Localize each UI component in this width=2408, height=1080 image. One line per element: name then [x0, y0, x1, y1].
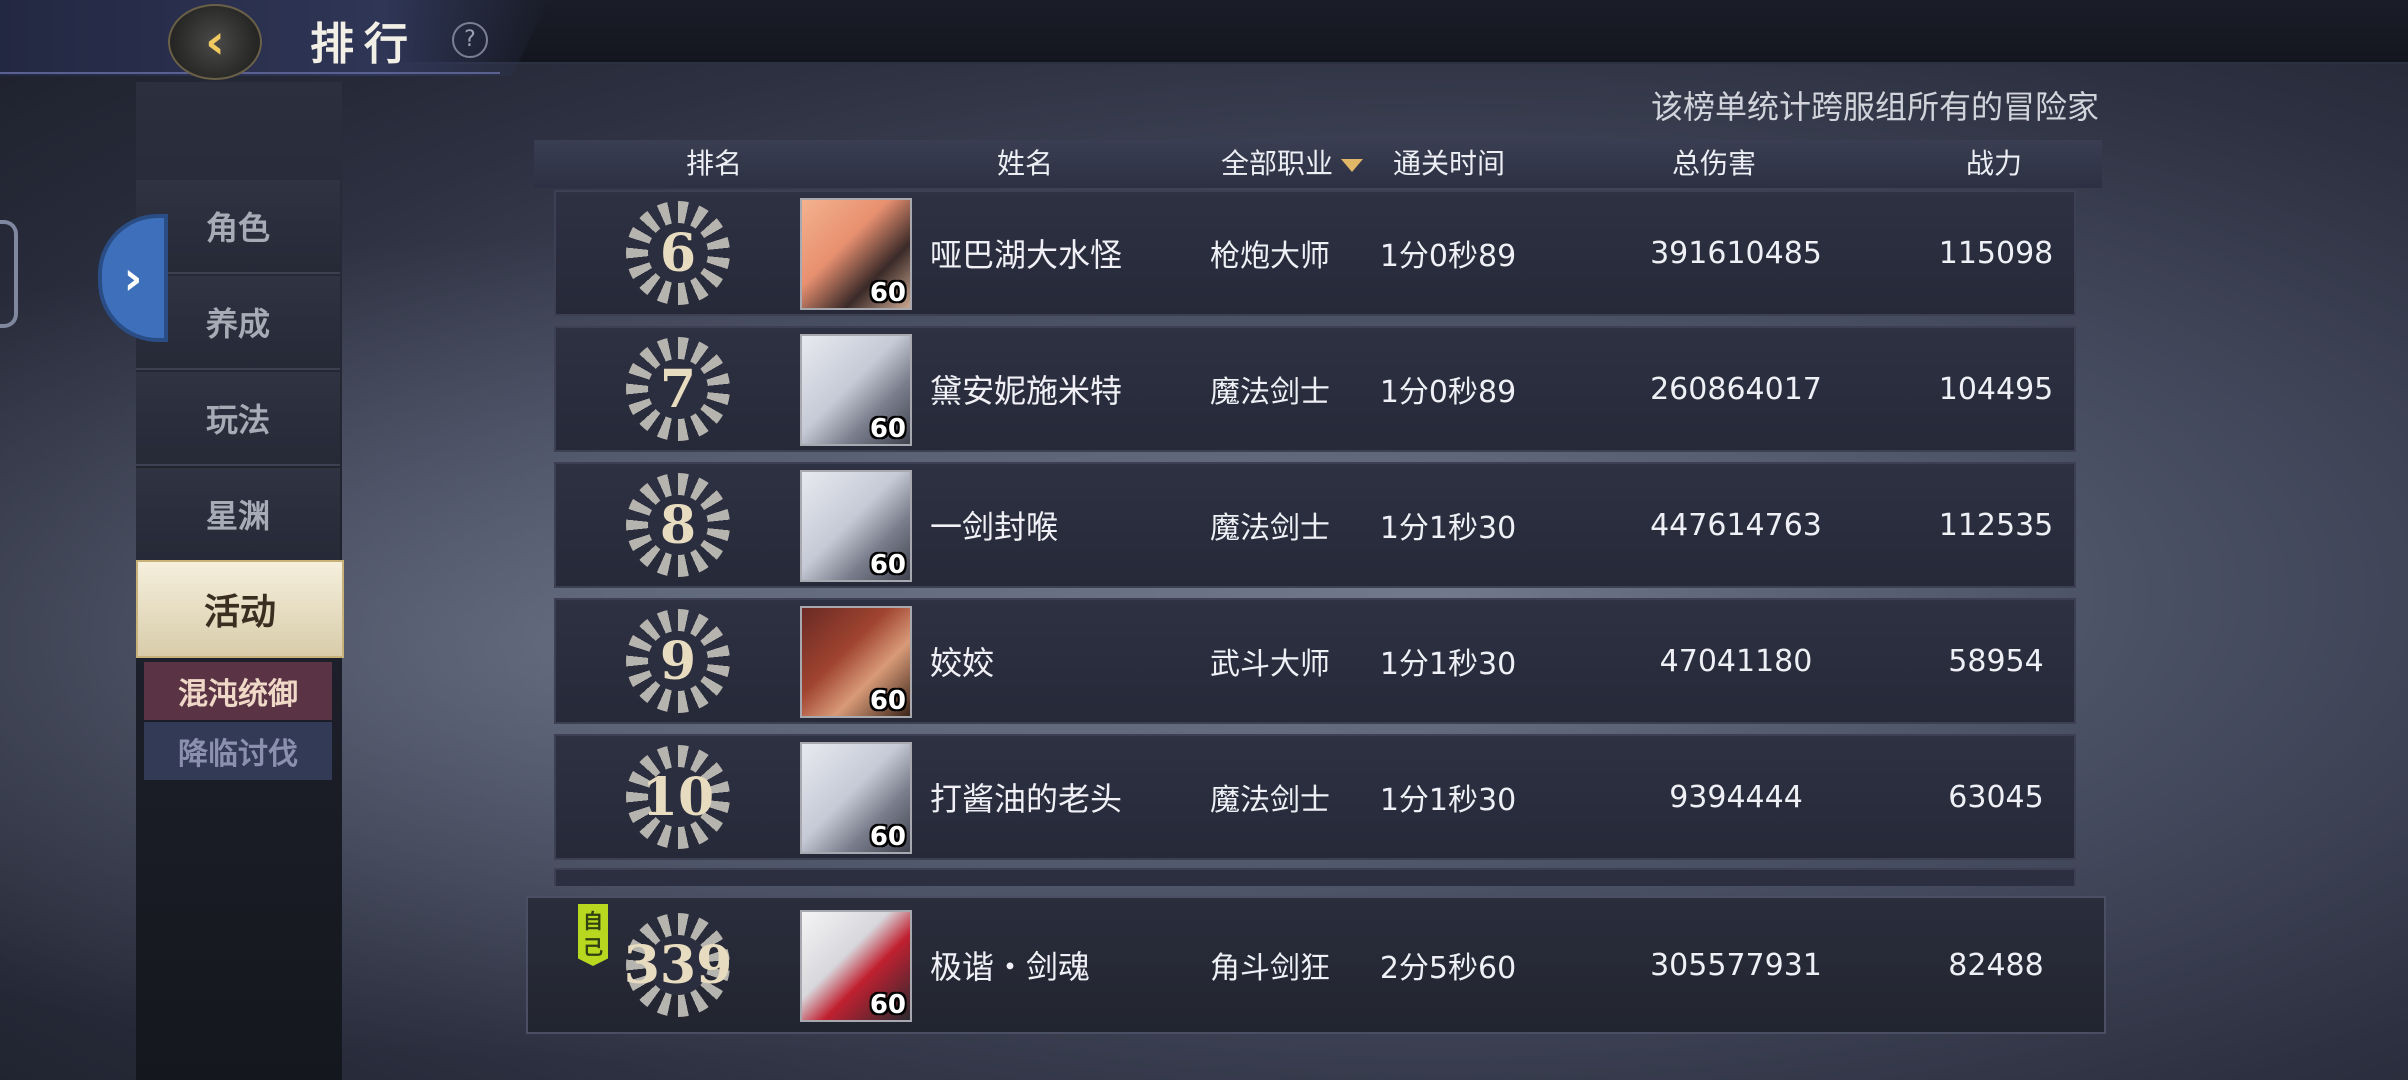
- dropdown-arrow-icon: [1341, 158, 1363, 172]
- total-damage: 391610485: [1650, 235, 1822, 271]
- player-name: 黛安妮施米特: [930, 372, 1123, 410]
- rank-badge-icon: 339: [623, 913, 733, 1017]
- player-avatar[interactable]: 60: [800, 910, 912, 1022]
- subtab-chaos-dominion[interactable]: 混沌统御: [144, 662, 332, 720]
- avatar-level: 60: [869, 686, 906, 716]
- player-job: 魔法剑士: [1210, 375, 1330, 410]
- player-job: 角斗剑狂: [1210, 951, 1330, 986]
- clear-time: 1分1秒30: [1379, 647, 1517, 682]
- header-damage: 总伤害: [1671, 147, 1756, 180]
- table-row[interactable]: 7 60 黛安妮施米特 魔法剑士 1分0秒89 260864017 104495: [554, 326, 2076, 452]
- rank-badge-icon: 6: [626, 201, 730, 305]
- table-row[interactable]: 8 60 一剑封喉 魔法剑士 1分1秒30 447614763 112535: [554, 462, 2076, 588]
- combat-power: 82488: [1948, 947, 2044, 983]
- back-arrow-icon: ‹: [205, 14, 225, 70]
- player-avatar[interactable]: 60: [800, 470, 912, 582]
- rank-cell: 7: [556, 328, 800, 450]
- player-avatar[interactable]: 60: [800, 334, 912, 446]
- player-avatar[interactable]: 60: [800, 606, 912, 718]
- avatar-level: 60: [869, 278, 906, 308]
- rank-number: 10: [641, 766, 715, 828]
- table-row[interactable]: 6 60 哑巴湖大水怪 枪炮大师 1分0秒89 391610485 115098: [554, 190, 2076, 316]
- combat-power: 112535: [1938, 507, 2054, 543]
- table-row[interactable]: 9 60 姣姣 武斗大师 1分1秒30 47041180 58954: [554, 598, 2076, 724]
- rank-badge-icon: 8: [626, 473, 730, 577]
- total-damage: 260864017: [1650, 371, 1822, 407]
- avatar-level: 60: [869, 990, 906, 1020]
- rank-number: 8: [659, 494, 697, 556]
- rank-cell: 339: [556, 898, 800, 1032]
- clear-time: 2分5秒60: [1379, 951, 1517, 986]
- player-name: 哑巴湖大水怪: [930, 236, 1123, 274]
- left-edge-frame: [0, 220, 18, 328]
- player-job: 武斗大师: [1210, 647, 1330, 682]
- sidebar-tab-event[interactable]: 活动: [136, 560, 344, 658]
- header-power: 战力: [1965, 147, 2022, 180]
- player-name: 一剑封喉: [930, 508, 1059, 546]
- rank-number: 9: [659, 630, 697, 692]
- header-name: 姓名: [996, 147, 1053, 180]
- rank-cell: 9: [556, 600, 800, 722]
- help-icon[interactable]: ?: [452, 22, 488, 58]
- clear-time: 1分1秒30: [1379, 511, 1517, 546]
- header-job: 全部职业: [1220, 147, 1333, 180]
- page-title: 排行: [310, 19, 418, 70]
- total-damage: 47041180: [1659, 643, 1813, 679]
- player-job: 枪炮大师: [1210, 239, 1330, 274]
- avatar-level: 60: [869, 822, 906, 852]
- back-button[interactable]: ‹: [168, 4, 262, 80]
- rank-cell: 8: [556, 464, 800, 586]
- player-job: 魔法剑士: [1210, 783, 1330, 818]
- player-name: 打酱油的老头: [930, 780, 1123, 818]
- self-rank-row[interactable]: 自己 339 60 极谐・剑魂 角斗剑狂 2分5秒60 305577931 82…: [526, 896, 2106, 1034]
- player-avatar[interactable]: 60: [800, 742, 912, 854]
- header-time: 通关时间: [1392, 147, 1505, 180]
- total-damage: 305577931: [1650, 947, 1822, 983]
- sidebar-tab-gameplay[interactable]: 玩法: [136, 372, 340, 466]
- rank-number: 6: [659, 222, 697, 284]
- table-row-partial: [554, 868, 2076, 886]
- header-rank: 排名: [685, 147, 742, 180]
- leaderboard-description: 该榜单统计跨服组所有的冒险家: [1650, 88, 2099, 126]
- rank-cell: 6: [556, 192, 800, 314]
- player-name: 姣姣: [930, 644, 995, 682]
- player-name: 极谐・剑魂: [930, 948, 1091, 986]
- player-job: 魔法剑士: [1210, 511, 1330, 546]
- chevron-right-icon: ›: [123, 251, 143, 305]
- combat-power: 58954: [1948, 643, 2044, 679]
- combat-power: 115098: [1938, 235, 2054, 271]
- rank-number: 339: [623, 934, 733, 996]
- total-damage: 9394444: [1669, 779, 1803, 815]
- table-row[interactable]: 10 60 打酱油的老头 魔法剑士 1分1秒30 9394444 63045: [554, 734, 2076, 860]
- avatar-level: 60: [869, 550, 906, 580]
- table-header: 排名 姓名 全部职业 通关时间 总伤害 战力: [534, 140, 2102, 188]
- clear-time: 1分0秒89: [1379, 239, 1517, 274]
- rank-cell: 10: [556, 736, 800, 858]
- combat-power: 104495: [1938, 371, 2054, 407]
- player-avatar[interactable]: 60: [800, 198, 912, 310]
- rank-badge-icon: 9: [626, 609, 730, 713]
- rank-badge-icon: 7: [626, 337, 730, 441]
- total-damage: 447614763: [1650, 507, 1822, 543]
- clear-time: 1分1秒30: [1379, 783, 1517, 818]
- subtab-descent-crusade[interactable]: 降临讨伐: [144, 722, 332, 780]
- combat-power: 63045: [1948, 779, 2044, 815]
- rank-badge-icon: 10: [626, 745, 730, 849]
- avatar-level: 60: [869, 414, 906, 444]
- sidebar-tab-abyss[interactable]: 星渊: [136, 468, 340, 562]
- rank-number: 7: [659, 358, 697, 420]
- clear-time: 1分0秒89: [1379, 375, 1517, 410]
